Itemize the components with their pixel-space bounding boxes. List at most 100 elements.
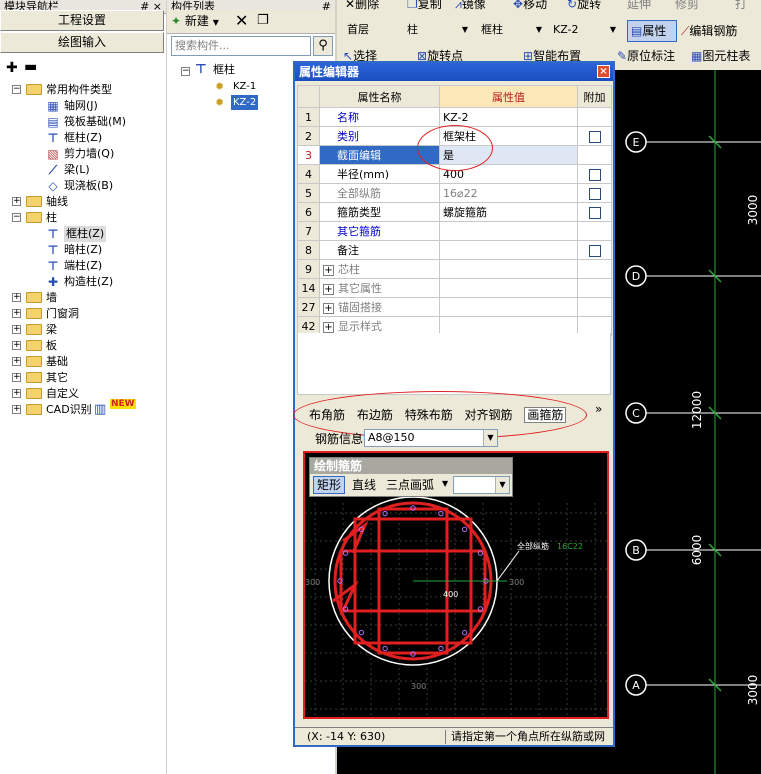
expand-toggle-icon[interactable]: +: [323, 321, 334, 333]
status-bar: (X: -14 Y: 630) 请指定第一个角点所在纵筋或网: [295, 727, 613, 745]
extend-button[interactable]: 延伸: [627, 0, 651, 12]
search-icon[interactable]: ⚲: [313, 36, 333, 56]
stirrup-canvas[interactable]: 400 全部纵筋 16C22 300 300 300 绘制箍筋 矩形 直线 三点画弧 ▼ …: [303, 451, 609, 719]
copy-icon[interactable]: ❐: [257, 13, 269, 29]
tree-item[interactable]: + 门窗洞: [0, 306, 166, 322]
rotate-button[interactable]: ↻旋转: [567, 0, 601, 12]
tree-item[interactable]: ⟋ 梁(L): [0, 162, 166, 178]
frame-column-icon: ⊤: [195, 62, 207, 77]
project-settings-button[interactable]: 工程设置: [0, 10, 164, 31]
property-row[interactable]: 6 箍筋类型 螺旋箍筋: [297, 202, 612, 222]
property-row[interactable]: 27 + 锚固搭接: [297, 297, 612, 317]
expand-toggle-icon[interactable]: +: [12, 325, 21, 334]
tree-item[interactable]: ◇ 现浇板(B): [0, 178, 166, 194]
column-table-button[interactable]: ▦图元柱表: [691, 47, 750, 65]
property-row[interactable]: 7 其它箍筋: [297, 221, 612, 241]
attach-checkbox[interactable]: [588, 187, 601, 200]
expand-toggle-icon[interactable]: +: [12, 373, 21, 382]
attach-cell: [577, 297, 612, 317]
close-icon[interactable]: ×: [597, 65, 610, 78]
tree-item[interactable]: ⊤ 端柱(Z): [0, 258, 166, 274]
expand-toggle-icon[interactable]: +: [12, 293, 21, 302]
edit-rebar-button[interactable]: ⟋编辑钢筋: [681, 22, 737, 40]
expand-toggle-icon[interactable]: +: [12, 357, 21, 366]
shear-wall-icon: ▧: [47, 147, 59, 161]
tree-item[interactable]: ▧ 剪力墙(Q): [0, 146, 166, 162]
move-button[interactable]: ✥移动: [513, 0, 547, 12]
tree-item[interactable]: − 柱: [0, 210, 166, 226]
property-value[interactable]: [439, 221, 578, 241]
tree-item[interactable]: ⊤ 框柱(Z): [0, 226, 166, 242]
type-select[interactable]: 框柱 ▼: [477, 21, 547, 39]
tree-item[interactable]: ✚ 构造柱(Z): [0, 274, 166, 290]
expand-toggle-icon[interactable]: +: [12, 405, 21, 414]
property-row[interactable]: 5 全部纵筋 16⌀22: [297, 183, 612, 203]
property-value[interactable]: KZ-2: [439, 107, 578, 127]
property-row[interactable]: 9 + 芯柱: [297, 259, 612, 279]
component-item-kz1[interactable]: KZ-1: [233, 79, 256, 95]
tree-item[interactable]: + 其它: [0, 370, 166, 386]
break-button[interactable]: 打: [735, 0, 747, 12]
tree-item[interactable]: + 基础: [0, 354, 166, 370]
expand-toggle-icon[interactable]: +: [323, 302, 334, 314]
tree-item[interactable]: − 常用构件类型: [0, 82, 166, 98]
property-value[interactable]: 螺旋箍筋: [439, 202, 578, 222]
property-value[interactable]: [439, 297, 578, 317]
arc-option-select[interactable]: ▼: [453, 476, 510, 494]
property-button[interactable]: ▤属性: [627, 20, 677, 42]
property-value[interactable]: [439, 278, 578, 298]
delete-button[interactable]: ✕删除: [345, 0, 379, 12]
property-value[interactable]: [439, 259, 578, 279]
component-select[interactable]: KZ-2 ▼: [549, 21, 621, 39]
expand-all-icon[interactable]: ✚: [6, 61, 18, 75]
property-row[interactable]: 8 备注: [297, 240, 612, 260]
tree-item[interactable]: + 轴线: [0, 194, 166, 210]
tree-item[interactable]: + 板: [0, 338, 166, 354]
tree-item[interactable]: + 梁: [0, 322, 166, 338]
line-tool[interactable]: 直线: [352, 477, 376, 493]
rectangle-tool[interactable]: 矩形: [313, 476, 346, 494]
delete-icon[interactable]: ✕: [235, 12, 248, 30]
mirror-button[interactable]: ⩘镜像: [455, 0, 486, 12]
tree-item[interactable]: + 墙: [0, 290, 166, 306]
copy-button[interactable]: ❐复制: [407, 0, 442, 12]
more-tabs-icon[interactable]: »: [595, 402, 602, 416]
tree-item[interactable]: ⊤ 暗柱(Z): [0, 242, 166, 258]
rebar-info-select[interactable]: A8@150 ▼: [364, 429, 498, 447]
trim-button[interactable]: 修剪: [675, 0, 699, 12]
component-search-input[interactable]: 搜索构件...: [171, 36, 311, 56]
attach-checkbox[interactable]: [588, 130, 601, 143]
attach-checkbox[interactable]: [588, 168, 601, 181]
attach-checkbox[interactable]: [588, 244, 601, 257]
expand-toggle-icon[interactable]: +: [323, 264, 334, 276]
property-value[interactable]: [439, 240, 578, 260]
property-row[interactable]: 14 + 其它属性: [297, 278, 612, 298]
property-name-label: 其它箍筋: [337, 225, 381, 238]
tree-item[interactable]: + 自定义: [0, 386, 166, 402]
component-item-kz2[interactable]: KZ-2: [231, 95, 259, 110]
expand-toggle-icon[interactable]: +: [323, 283, 334, 295]
collapse-toggle-icon[interactable]: −: [181, 67, 190, 76]
tree-item[interactable]: ▦ 轴网(J): [0, 98, 166, 114]
collapse-all-icon[interactable]: ▬: [24, 60, 37, 74]
expand-toggle-icon[interactable]: +: [12, 389, 21, 398]
collapse-toggle-icon[interactable]: −: [12, 213, 21, 222]
in-place-annotation-button[interactable]: ✎原位标注: [617, 47, 675, 65]
three-point-arc-tool[interactable]: 三点画弧: [386, 477, 434, 493]
tree-item[interactable]: ⊤ 框柱(Z): [0, 130, 166, 146]
expand-toggle-icon[interactable]: +: [12, 341, 21, 350]
new-component-button[interactable]: ✦ 新建 ▼: [171, 13, 219, 31]
tree-item[interactable]: + CAD识别 NEW ▥: [0, 399, 166, 418]
property-row[interactable]: 1 名称 KZ-2: [297, 107, 612, 127]
expand-toggle-icon[interactable]: +: [12, 197, 21, 206]
tree-item[interactable]: ▤ 筏板基础(M): [0, 114, 166, 130]
property-value[interactable]: 16⌀22: [439, 183, 578, 203]
drawing-input-button[interactable]: 绘图输入: [0, 32, 164, 53]
collapse-toggle-icon[interactable]: −: [12, 85, 21, 94]
chevron-down-icon[interactable]: ▼: [442, 479, 448, 488]
chevron-down-icon: ▼: [458, 22, 472, 38]
folder-icon: [26, 196, 42, 207]
attach-checkbox[interactable]: [588, 206, 601, 219]
category-select[interactable]: 柱 ▼: [403, 21, 473, 39]
expand-toggle-icon[interactable]: +: [12, 309, 21, 318]
